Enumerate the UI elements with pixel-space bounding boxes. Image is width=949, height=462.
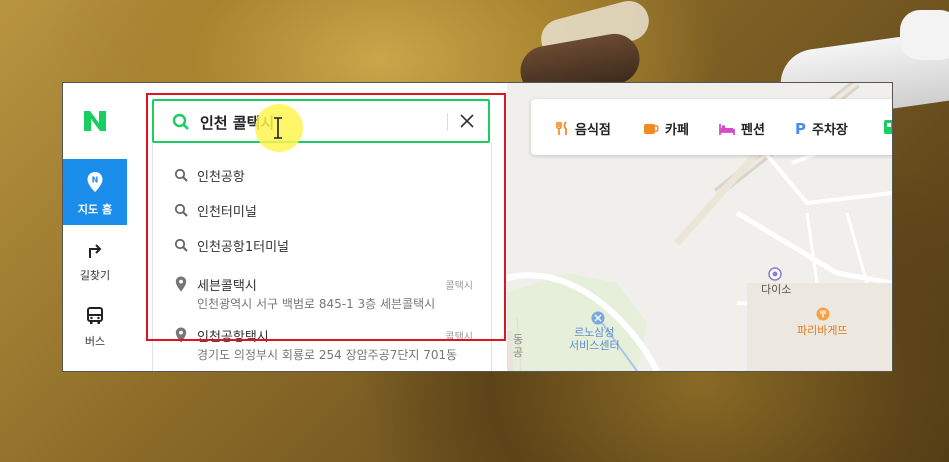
search-icon <box>174 168 188 182</box>
category-label: 주차장 <box>812 123 848 138</box>
category-label: 펜션 <box>741 123 765 138</box>
suggestion-text: 인천터미널 <box>197 205 257 220</box>
text-cursor-icon <box>274 117 282 139</box>
parking-icon: P <box>795 120 806 138</box>
category-label: 카페 <box>665 123 689 138</box>
map-canvas[interactable]: 다이소 파리바게뜨 르노삼성 서비스센터 동 공 음식점 카페 펜션 P 주차장 <box>507 83 892 371</box>
place-category: 콜택시 <box>445 281 473 292</box>
autocomplete-list: 인천공항 인천터미널 인천공항1터미널 세븐콜택시 콜택시 인천광역시 서구 백… <box>152 143 492 371</box>
search-icon <box>172 113 189 130</box>
category-parking[interactable]: P 주차장 <box>795 119 848 138</box>
category-restaurant[interactable]: 음식점 <box>555 119 611 138</box>
search-icon <box>174 238 188 252</box>
rail-item-map-home[interactable]: N 지도 홈 <box>63 159 127 225</box>
place-name: 세븐콜택시 <box>197 279 257 294</box>
restaurant-icon <box>556 121 567 135</box>
background-glove-edge <box>900 10 949 60</box>
place-result-item[interactable]: 인천공항택시 콜택시 경기도 의정부시 회룡로 254 장암주공7단지 701동 <box>153 326 491 366</box>
suggestion-item[interactable]: 인천공항 <box>153 160 491 190</box>
divider <box>447 113 448 131</box>
category-pension[interactable]: 펜션 <box>719 119 765 138</box>
suggestion-item[interactable]: 인천터미널 <box>153 195 491 225</box>
poi-label-bakery: 파리바게뜨 <box>797 324 848 337</box>
rail-item-label: 지도 홈 <box>77 203 113 216</box>
location-pin-icon <box>175 327 187 343</box>
rail-item-label: 길찾기 <box>79 269 111 282</box>
rail-item-bus[interactable]: 버스 <box>63 297 127 363</box>
suggestion-item[interactable]: 인천공항1터미널 <box>153 230 491 260</box>
place-result-item[interactable]: 세븐콜택시 콜택시 인천광역시 서구 백범로 845-1 3층 세븐콜택시 <box>153 275 491 315</box>
bus-icon <box>87 307 103 324</box>
turn-right-arrow-icon <box>89 244 102 258</box>
place-address: 경기도 의정부시 회룡로 254 장암주공7단지 701동 <box>197 348 458 362</box>
cafe-icon <box>644 124 659 134</box>
map-app-window: N 지도 홈 길찾기 버스 인천 콜택시 인천공항 인천터미널 인천공항1터미널… <box>62 82 893 372</box>
category-label: 음식점 <box>575 123 611 138</box>
rail-item-label: 버스 <box>84 335 106 348</box>
map-label-partial: 동 공 <box>513 333 524 359</box>
side-navigation: N 지도 홈 길찾기 버스 <box>63 83 128 371</box>
bed-icon <box>719 124 735 135</box>
service-center-poi-icon[interactable] <box>591 311 605 325</box>
category-bar: 음식점 카페 펜션 P 주차장 <box>531 99 892 155</box>
map-pin-icon: N <box>87 172 103 192</box>
place-name: 인천공항택시 <box>197 330 269 345</box>
store-poi-icon[interactable] <box>768 267 782 281</box>
svg-text:N: N <box>92 176 99 185</box>
category-cafe[interactable]: 카페 <box>643 119 689 138</box>
clear-search-icon[interactable] <box>460 114 474 128</box>
place-address: 인천광역시 서구 백범로 845-1 3층 세븐콜택시 <box>197 297 436 311</box>
poi-label-store: 다이소 <box>761 283 792 296</box>
place-category: 콜택시 <box>445 332 473 343</box>
rail-item-directions[interactable]: 길찾기 <box>63 229 127 295</box>
search-icon <box>174 203 188 217</box>
suggestion-text: 인천공항1터미널 <box>197 240 289 255</box>
suggestion-text: 인천공항 <box>197 170 245 185</box>
more-category-icon[interactable] <box>883 119 892 135</box>
search-input-box[interactable]: 인천 콜택시 <box>152 99 490 143</box>
poi-label-service-center: 르노삼성 서비스센터 <box>569 326 620 352</box>
bakery-poi-icon[interactable] <box>816 307 830 321</box>
naver-logo[interactable] <box>82 109 108 133</box>
location-pin-icon <box>175 276 187 292</box>
